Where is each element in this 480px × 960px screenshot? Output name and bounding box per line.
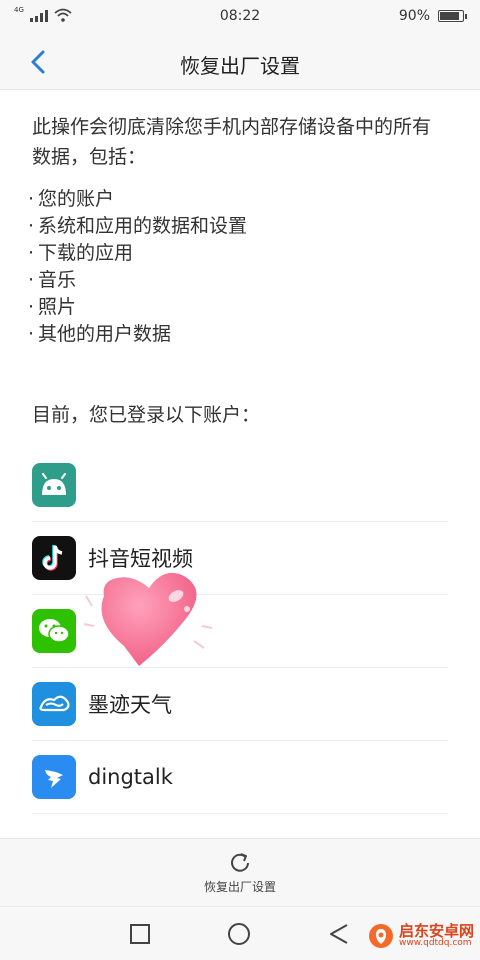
circle-icon xyxy=(228,923,250,945)
action-label: 恢复出厂设置 xyxy=(203,880,276,894)
list-item: 下载的应用 xyxy=(28,240,448,267)
account-row-android xyxy=(32,449,448,522)
tiktok-icon xyxy=(32,536,76,580)
data-items-list: 您的账户 系统和应用的数据和设置 下载的应用 音乐 照片 其他的用户数据 xyxy=(28,186,448,348)
battery-fill xyxy=(440,12,459,20)
refresh-icon xyxy=(231,853,249,872)
title-bar: 恢复出厂设置 xyxy=(0,34,480,90)
list-item: 系统和应用的数据和设置 xyxy=(28,213,448,240)
watermark-text: 启东安卓网 www.qdtdq.com xyxy=(399,923,474,949)
wechat-icon xyxy=(32,609,76,653)
moji-weather-icon xyxy=(32,682,76,726)
list-item: 照片 xyxy=(28,294,448,321)
nav-back-button[interactable] xyxy=(326,921,352,947)
intro-text: 此操作会彻底清除您手机内部存储设备中的所有数据，包括： xyxy=(32,116,432,168)
list-item: 您的账户 xyxy=(28,186,448,213)
battery-percent: 90% xyxy=(398,8,430,24)
dingtalk-icon xyxy=(32,755,76,799)
factory-reset-button[interactable]: 恢复出厂设置 xyxy=(0,838,480,906)
heart-sticker xyxy=(84,572,213,666)
account-row-moji: 墨迹天气 xyxy=(32,668,448,741)
list-item: 音乐 xyxy=(28,267,448,294)
watermark: 启东安卓网 www.qdtdq.com xyxy=(367,922,474,950)
account-row-dingtalk: dingtalk xyxy=(32,741,448,814)
page-title: 恢复出厂设置 xyxy=(180,54,300,78)
recent-apps-button[interactable] xyxy=(127,921,153,947)
watermark-logo-icon xyxy=(368,924,393,948)
status-bar: 4G 08:22 90% xyxy=(0,0,480,34)
watermark-name: 启东安卓网 xyxy=(398,921,474,940)
account-name: dingtalk xyxy=(88,765,173,789)
android-icon xyxy=(32,463,76,507)
list-item: 其他的用户数据 xyxy=(28,321,448,348)
content: 此操作会彻底清除您手机内部存储设备中的所有数据，包括： 您的账户 系统和应用的数… xyxy=(0,90,480,814)
account-name: 墨迹天气 xyxy=(88,693,172,717)
status-right: 90% xyxy=(398,8,467,24)
navigation-bar: 启东安卓网 www.qdtdq.com xyxy=(0,906,480,960)
watermark-url: www.qdtdq.com xyxy=(398,938,472,949)
battery-icon xyxy=(438,10,467,22)
triangle-back-icon xyxy=(330,924,348,944)
home-button[interactable] xyxy=(226,921,252,947)
accounts-label: 目前，您已登录以下账户： xyxy=(32,404,261,426)
square-icon xyxy=(130,924,150,944)
